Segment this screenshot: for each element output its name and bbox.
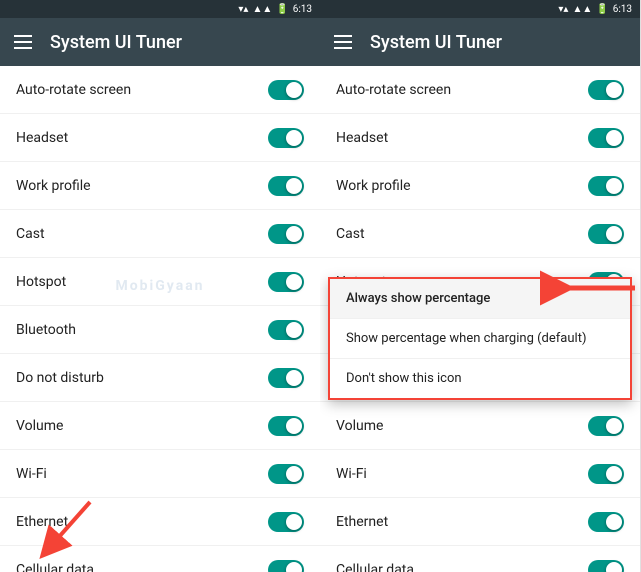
item-label-left-8: Wi-Fi — [16, 466, 47, 482]
menu-icon-right[interactable] — [334, 35, 352, 49]
item-label-right-9: Ethernet — [336, 514, 388, 530]
settings-item-left-0[interactable]: Auto-rotate screen — [0, 66, 320, 114]
item-label-right-10: Cellular data — [336, 562, 414, 572]
status-signal-icon: ▲▲ — [252, 4, 272, 15]
settings-item-right-1[interactable]: Headset — [320, 114, 640, 162]
toggle-left-3[interactable] — [268, 224, 304, 244]
toggle-right-10[interactable] — [588, 560, 624, 572]
dropdown-option-charging[interactable]: Show percentage when charging (default) — [330, 319, 630, 359]
arrow-battery-left — [30, 492, 110, 562]
settings-item-left-6[interactable]: Do not disturb — [0, 354, 320, 402]
item-label-right-7: Volume — [336, 418, 383, 434]
item-label-left-0: Auto-rotate screen — [16, 82, 131, 98]
toolbar-right: System UI Tuner — [320, 18, 640, 66]
item-label-left-2: Work profile — [16, 178, 91, 194]
status-bar-left: ▾▴ ▲▲ 🔋 6:13 — [0, 0, 320, 18]
item-label-right-8: Wi-Fi — [336, 466, 367, 482]
toggle-left-4[interactable] — [268, 272, 304, 292]
settings-item-right-3[interactable]: Cast — [320, 210, 640, 258]
settings-item-left-1[interactable]: Headset — [0, 114, 320, 162]
status-bar-right: ▾▴ ▲▲ 🔋 6:13 — [320, 0, 640, 18]
item-label-left-7: Volume — [16, 418, 63, 434]
toggle-left-1[interactable] — [268, 128, 304, 148]
toggle-left-6[interactable] — [268, 368, 304, 388]
status-battery-icon: 🔋 — [276, 4, 288, 15]
toggle-left-9[interactable] — [268, 512, 304, 532]
item-label-left-6: Do not disturb — [16, 370, 104, 386]
status-battery-icon-r: 🔋 — [596, 4, 608, 15]
toggle-right-2[interactable] — [588, 176, 624, 196]
dropdown-option-dont-show[interactable]: Don't show this icon — [330, 359, 630, 398]
settings-item-left-4[interactable]: Hotspot — [0, 258, 320, 306]
toggle-left-2[interactable] — [268, 176, 304, 196]
item-label-right-2: Work profile — [336, 178, 411, 194]
settings-item-right-7[interactable]: Volume — [320, 402, 640, 450]
settings-item-right-0[interactable]: Auto-rotate screen — [320, 66, 640, 114]
item-label-right-3: Cast — [336, 226, 365, 242]
item-label-right-0: Auto-rotate screen — [336, 82, 451, 98]
toggle-right-0[interactable] — [588, 80, 624, 100]
toggle-left-7[interactable] — [268, 416, 304, 436]
toggle-right-9[interactable] — [588, 512, 624, 532]
toggle-right-3[interactable] — [588, 224, 624, 244]
settings-item-right-2[interactable]: Work profile — [320, 162, 640, 210]
item-label-left-5: Bluetooth — [16, 322, 76, 338]
panel-left: ▾▴ ▲▲ 🔋 6:13 System UI Tuner Auto-rotate… — [0, 0, 320, 572]
item-label-left-3: Cast — [16, 226, 45, 242]
toggle-left-0[interactable] — [268, 80, 304, 100]
settings-item-left-8[interactable]: Wi-Fi — [0, 450, 320, 498]
panel-right: ▾▴ ▲▲ 🔋 6:13 System UI Tuner Auto-rotate… — [320, 0, 640, 572]
toggle-right-1[interactable] — [588, 128, 624, 148]
settings-item-right-8[interactable]: Wi-Fi — [320, 450, 640, 498]
status-signal-icon-r: ▲▲ — [572, 4, 592, 15]
settings-item-right-10[interactable]: Cellular data — [320, 546, 640, 572]
status-wifi-icon-r: ▾▴ — [558, 4, 568, 15]
toggle-left-8[interactable] — [268, 464, 304, 484]
arrow-dropdown-right — [540, 268, 640, 308]
settings-item-left-7[interactable]: Volume — [0, 402, 320, 450]
item-label-right-1: Headset — [336, 130, 388, 146]
settings-item-right-9[interactable]: Ethernet — [320, 498, 640, 546]
toggle-right-8[interactable] — [588, 464, 624, 484]
toolbar-title-right: System UI Tuner — [370, 32, 626, 53]
toggle-left-10[interactable] — [268, 560, 304, 572]
menu-icon-left[interactable] — [14, 35, 32, 49]
status-time-left: 6:13 — [293, 4, 312, 15]
status-wifi-icon: ▾▴ — [238, 4, 248, 15]
item-label-left-1: Headset — [16, 130, 68, 146]
settings-item-left-2[interactable]: Work profile — [0, 162, 320, 210]
settings-item-left-5[interactable]: Bluetooth — [0, 306, 320, 354]
status-time-right: 6:13 — [613, 4, 632, 15]
item-label-left-4: Hotspot — [16, 274, 66, 290]
toggle-right-7[interactable] — [588, 416, 624, 436]
toolbar-left: System UI Tuner — [0, 18, 320, 66]
item-label-left-10: Cellular data — [16, 562, 94, 572]
toggle-left-5[interactable] — [268, 320, 304, 340]
settings-item-left-3[interactable]: Cast — [0, 210, 320, 258]
toolbar-title-left: System UI Tuner — [50, 32, 306, 53]
